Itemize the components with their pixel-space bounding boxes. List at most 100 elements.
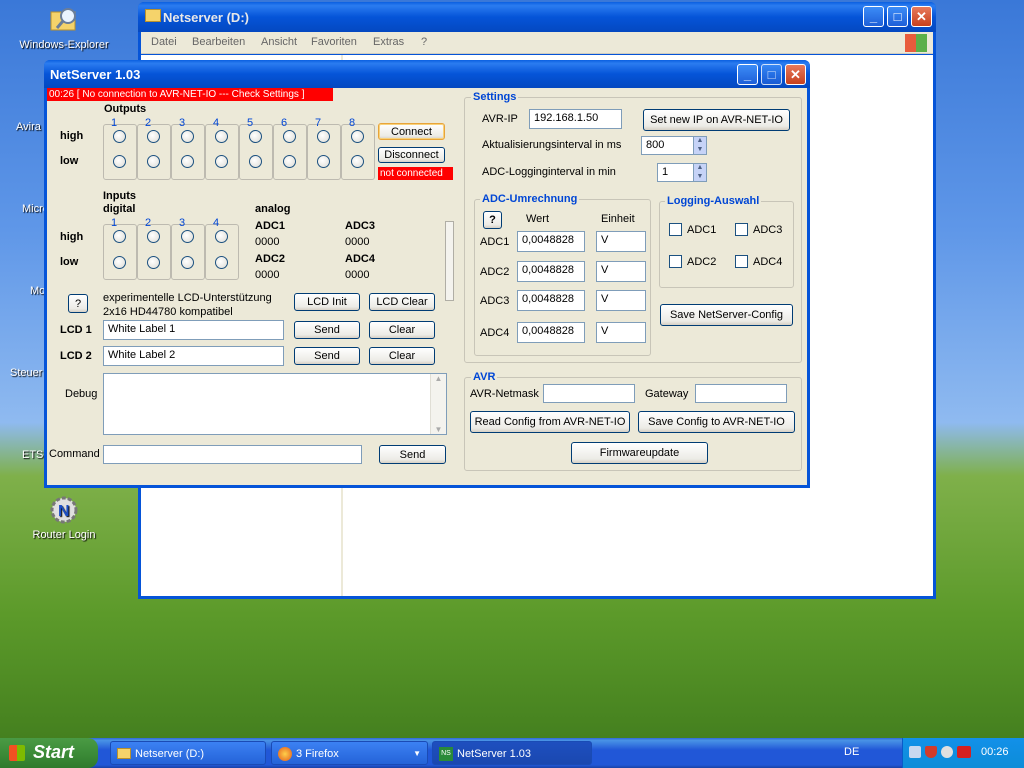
output-5-high-radio[interactable] — [249, 130, 262, 143]
adc-calc-row4-unit[interactable]: V — [596, 322, 646, 343]
command-input[interactable] — [103, 445, 362, 464]
lcd2-clear-button[interactable]: Clear — [369, 347, 435, 365]
antivirus-icon[interactable] — [957, 746, 971, 758]
output-4-high-radio[interactable] — [215, 130, 228, 143]
adc-calc-row3-unit[interactable]: V — [596, 290, 646, 311]
output-7-low-radio[interactable] — [317, 155, 330, 168]
menu-ansicht[interactable]: Ansicht — [261, 36, 297, 48]
gateway-input[interactable] — [695, 384, 787, 403]
lcd1-send-button[interactable]: Send — [294, 321, 360, 339]
maximize-button[interactable]: □ — [761, 64, 782, 85]
output-1-low-radio[interactable] — [113, 155, 126, 168]
adc-calc-row3-value[interactable]: 0,0048828 — [517, 290, 585, 311]
analog-scrollbar[interactable] — [445, 221, 454, 301]
output-2-low-radio[interactable] — [147, 155, 160, 168]
lcd1-input[interactable]: White Label 1 — [103, 320, 284, 340]
adc-log-interval-input[interactable]: 1 — [657, 163, 695, 182]
minimize-button[interactable]: _ — [863, 6, 884, 27]
menu-extras[interactable]: Extras — [373, 36, 404, 48]
lcd-clear-button[interactable]: LCD Clear — [369, 293, 435, 311]
output-1-high-radio[interactable] — [113, 130, 126, 143]
log-adc2-checkbox[interactable] — [669, 255, 682, 268]
output-6-low-radio[interactable] — [283, 155, 296, 168]
explorer-titlebar[interactable]: Netserver (D:) _ □ ✕ — [138, 2, 936, 32]
update-interval-input[interactable]: 800 — [641, 136, 695, 155]
log-adc3-checkbox[interactable] — [735, 223, 748, 236]
desktop-partial-label[interactable]: ETS — [22, 449, 43, 461]
lcd2-input[interactable]: White Label 2 — [103, 346, 284, 366]
output-8-high-radio[interactable] — [351, 130, 364, 143]
input-4-high-radio — [215, 230, 228, 243]
output-4-low-radio[interactable] — [215, 155, 228, 168]
network-icon[interactable] — [909, 746, 921, 758]
close-button[interactable]: ✕ — [911, 6, 932, 27]
menu-datei[interactable]: Datei — [151, 36, 177, 48]
output-3-low-radio[interactable] — [181, 155, 194, 168]
lcd-help-button[interactable]: ? — [68, 294, 88, 313]
app-titlebar[interactable]: NetServer 1.03 _ □ ✕ — [44, 60, 810, 88]
desktop-partial-label[interactable]: Steuer — [10, 367, 42, 379]
lcd-init-button[interactable]: LCD Init — [294, 293, 360, 311]
disconnect-button[interactable]: Disconnect — [378, 147, 445, 163]
set-new-ip-button[interactable]: Set new IP on AVR-NET-IO — [643, 109, 790, 131]
adc-calc-row2-value[interactable]: 0,0048828 — [517, 261, 585, 282]
task-netserver[interactable]: NS NetServer 1.03 — [432, 741, 592, 765]
firmware-update-button[interactable]: Firmwareupdate — [571, 442, 708, 464]
save-config-to-avr-button[interactable]: Save Config to AVR-NET-IO — [638, 411, 795, 433]
adc3-name: ADC3 — [345, 220, 375, 232]
ns-icon: NS — [439, 747, 453, 761]
menu-help[interactable]: ? — [421, 36, 427, 48]
output-3-high-radio[interactable] — [181, 130, 194, 143]
adc-calc-row1-value[interactable]: 0,0048828 — [517, 231, 585, 252]
adc-calc-row2-unit[interactable]: V — [596, 261, 646, 282]
task-firefox[interactable]: 3 Firefox ▼ — [271, 741, 428, 765]
output-5-low-radio[interactable] — [249, 155, 262, 168]
scroll-up-icon[interactable]: ▲ — [431, 374, 446, 383]
start-button[interactable]: Start — [0, 738, 98, 768]
lcd2-send-button[interactable]: Send — [294, 347, 360, 365]
lcd1-clear-button[interactable]: Clear — [369, 321, 435, 339]
output-6-high-radio[interactable] — [283, 130, 296, 143]
output-2-high-radio[interactable] — [147, 130, 160, 143]
language-indicator[interactable]: DE — [844, 746, 859, 758]
avr-ip-input[interactable]: 192.168.1.50 — [529, 109, 622, 129]
adc-calc-row1-unit[interactable]: V — [596, 231, 646, 252]
spin-up-icon[interactable]: ▲ — [694, 164, 706, 173]
app-tray-icon[interactable] — [941, 746, 953, 758]
debug-scrollbar[interactable]: ▲ ▼ — [430, 374, 446, 434]
clock[interactable]: 00:26 — [981, 746, 1009, 758]
output-7-high-radio[interactable] — [317, 130, 330, 143]
update-interval-spinner[interactable]: ▲ ▼ — [693, 136, 707, 155]
menu-bearbeiten[interactable]: Bearbeiten — [192, 36, 245, 48]
read-config-button[interactable]: Read Config from AVR-NET-IO — [470, 411, 630, 433]
adc-calc-row1-name: ADC1 — [480, 236, 510, 248]
spin-down-icon[interactable]: ▼ — [694, 146, 706, 155]
connect-button[interactable]: Connect — [378, 123, 445, 140]
menu-favoriten[interactable]: Favoriten — [311, 36, 357, 48]
scroll-down-icon[interactable]: ▼ — [431, 425, 446, 434]
spin-down-icon[interactable]: ▼ — [694, 173, 706, 182]
adc-calc-row4-value[interactable]: 0,0048828 — [517, 322, 585, 343]
command-send-button[interactable]: Send — [379, 445, 446, 464]
output-8-low-radio[interactable] — [351, 155, 364, 168]
adc-calc-help-button[interactable]: ? — [483, 211, 502, 229]
avr-netmask-input[interactable] — [543, 384, 635, 403]
maximize-button[interactable]: □ — [887, 6, 908, 27]
adc2-name: ADC2 — [255, 253, 285, 265]
desktop-partial-label[interactable]: Mo — [30, 285, 45, 297]
shield-icon[interactable] — [925, 746, 937, 758]
minimize-button[interactable]: _ — [737, 64, 758, 85]
task-explorer[interactable]: Netserver (D:) — [110, 741, 266, 765]
desktop-partial-label[interactable]: Avira — [16, 121, 41, 133]
adc-log-interval-spinner[interactable]: ▲ ▼ — [693, 163, 707, 182]
log-adc4-checkbox[interactable] — [735, 255, 748, 268]
debug-textarea[interactable]: ▲ ▼ — [103, 373, 447, 435]
save-netserver-config-button[interactable]: Save NetServer-Config — [660, 304, 793, 326]
desktop-icon-windows-explorer[interactable]: Windows-Explorer — [19, 4, 109, 51]
windows-flag-icon — [9, 745, 25, 761]
desktop-icon-router-login[interactable]: N Router Login — [19, 494, 109, 541]
close-button[interactable]: ✕ — [785, 64, 806, 85]
spin-up-icon[interactable]: ▲ — [694, 137, 706, 146]
log-adc1-checkbox[interactable] — [669, 223, 682, 236]
desktop-icon-label: Router Login — [32, 529, 96, 541]
